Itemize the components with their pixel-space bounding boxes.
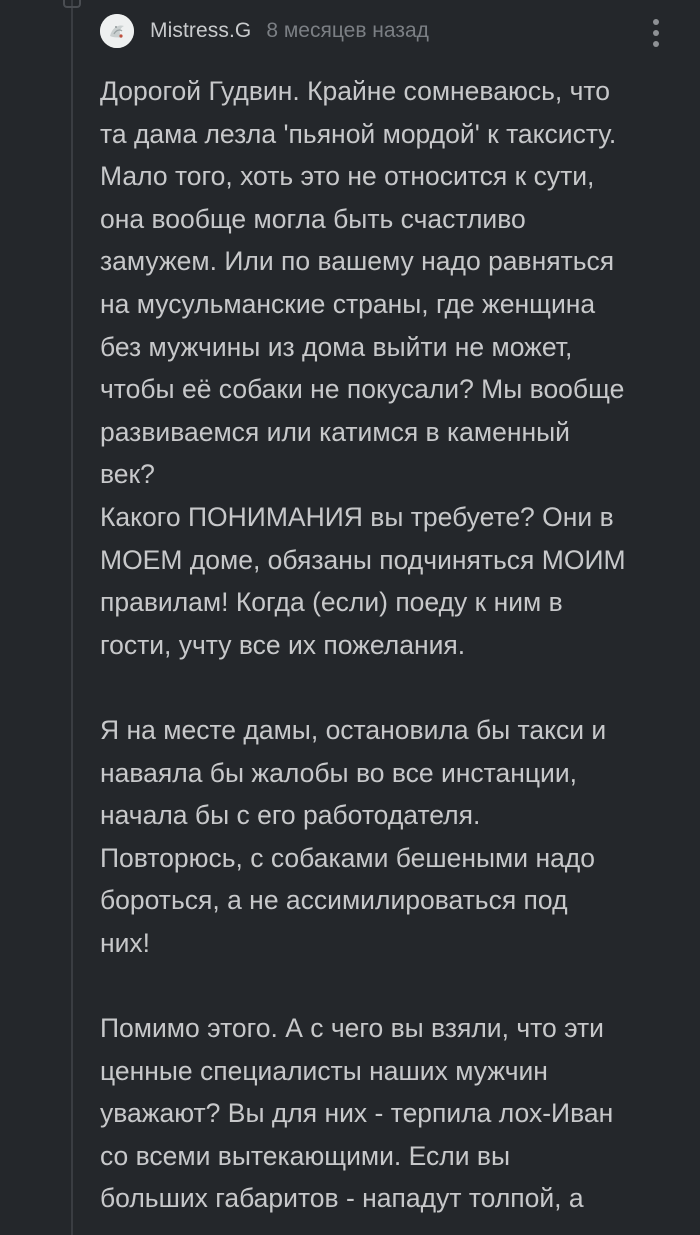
comment-text-line: со всеми вытекающими. Если вы <box>100 1140 511 1171</box>
thread-line <box>71 0 73 1235</box>
comment-timestamp: 8 месяцев назад <box>266 19 429 42</box>
comment-text-line: та дама лезла 'пьяной мордой' к таксисту… <box>100 118 617 149</box>
avatar[interactable] <box>100 14 134 48</box>
comment-text-line: больших габаритов - нападут толпой, а <box>100 1183 584 1214</box>
more-vertical-icon-dot <box>653 41 659 47</box>
comment-text-line: развиваемся или катимся в каменный <box>100 416 570 447</box>
comment-text-line: уважают? Вы для них - терпила лох-Иван <box>100 1098 614 1129</box>
comment-text-line: чтобы её собаки не покусали? Мы вообще <box>100 374 625 405</box>
comment-text-line: Какого ПОНИМАНИЯ вы требуете? Они в <box>100 501 614 532</box>
comment-text-line: замужем. Или по вашему надо равняться <box>100 246 615 277</box>
comment-text-line: бороться, а не ассимилироваться под <box>100 885 568 916</box>
more-vertical-icon <box>653 19 659 25</box>
avatar-icon <box>100 14 134 48</box>
comment-text-line: гости, учту все их пожелания. <box>100 629 466 660</box>
comment-text-line: Дорогой Гудвин. Крайне сомневаюсь, что <box>100 76 610 106</box>
comment-text-line: Помимо этого. А с чего вы взяли, что эти <box>100 1013 604 1044</box>
comment-text-line: Я на месте дамы, остановила бы такси и <box>100 714 607 745</box>
more-options-button[interactable] <box>642 16 670 50</box>
comment-text-line: них! <box>100 927 151 958</box>
comment-text-line: начала бы с его работодателя. <box>100 800 481 831</box>
comment-text-line: МОЕМ доме, обязаны подчиняться МОИМ <box>100 544 626 575</box>
comment-text-line: на мусульманские страны, где женщина <box>100 288 596 319</box>
comment-text-line: правилам! Когда (если) поеду к ним в <box>100 587 563 618</box>
comment-text-line: Повторюсь, с собаками бешеными надо <box>100 842 596 873</box>
comment-header: Mistress.G 8 месяцев назад <box>100 12 690 50</box>
comment-text-line: век? <box>100 459 155 490</box>
thread-branch-marker <box>63 0 81 8</box>
comment-body: Дорогой Гудвин. Крайне сомневаюсь, что та… <box>100 70 690 1220</box>
comment-text-line: Мало того, хоть это не относится к сути, <box>100 161 595 192</box>
comment-text-line: ценные специалисты наших мужчин <box>100 1055 548 1086</box>
comment-text-line: она вообще могла быть счастливо <box>100 203 526 234</box>
comment-text-line: наваяла бы жалобы во все инстанции, <box>100 757 577 788</box>
comment-text-line: без мужчины из дома выйти не может, <box>100 331 573 362</box>
comment: Mistress.G 8 месяцев назад Дорогой Гудви… <box>100 12 690 1220</box>
comment-author[interactable]: Mistress.G <box>150 19 251 43</box>
more-vertical-icon-dot <box>653 30 659 36</box>
